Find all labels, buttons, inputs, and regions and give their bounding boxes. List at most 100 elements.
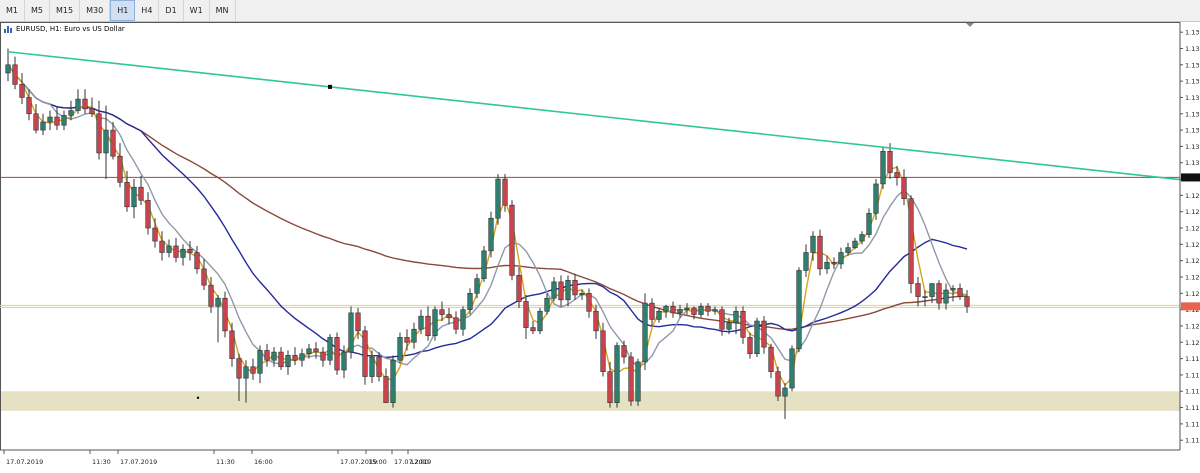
candle-body[interactable] xyxy=(915,283,921,297)
candle-body[interactable] xyxy=(138,186,144,201)
candle-body[interactable] xyxy=(754,320,760,355)
candle-body[interactable] xyxy=(838,252,844,265)
timeframe-h4-button[interactable]: H4 xyxy=(135,0,160,21)
candle-body[interactable] xyxy=(621,345,627,358)
chart-area[interactable]: 1.139 1.138 1.137 1.136 1.135 1.134 1.133 1.132… xyxy=(0,22,1200,469)
candle-body[interactable] xyxy=(460,309,466,330)
candle-body[interactable] xyxy=(89,108,95,115)
timeframe-w1-button[interactable]: W1 xyxy=(184,0,210,21)
candle-body[interactable] xyxy=(929,283,935,297)
candle-body[interactable] xyxy=(509,204,515,276)
candle-body[interactable] xyxy=(320,351,326,361)
candle-body[interactable] xyxy=(292,355,298,361)
candle-body[interactable] xyxy=(516,275,522,302)
candle-body[interactable] xyxy=(761,320,767,348)
candle-body[interactable] xyxy=(474,278,480,294)
candle-body[interactable] xyxy=(740,310,746,338)
candle-body[interactable] xyxy=(68,110,74,116)
candle-body[interactable] xyxy=(194,252,200,270)
candle-body[interactable] xyxy=(432,309,438,337)
candle-body[interactable] xyxy=(215,297,221,307)
candle-body[interactable] xyxy=(747,337,753,355)
candle-body[interactable] xyxy=(243,366,249,379)
candle-body[interactable] xyxy=(775,371,781,397)
candle-body[interactable] xyxy=(873,183,879,214)
candle-body[interactable] xyxy=(131,186,137,208)
candle-body[interactable] xyxy=(908,198,914,284)
candle-body[interactable] xyxy=(306,348,312,355)
candle-body[interactable] xyxy=(691,307,697,315)
candle-body[interactable] xyxy=(446,314,452,319)
candle-body[interactable] xyxy=(663,306,669,312)
timeframe-m5-button[interactable]: M5 xyxy=(25,0,50,21)
candle-body[interactable] xyxy=(628,356,634,402)
candle-body[interactable] xyxy=(649,302,655,320)
candle-body[interactable] xyxy=(887,151,893,173)
candle-body[interactable] xyxy=(12,64,18,85)
candle-body[interactable] xyxy=(957,288,963,297)
candle-body[interactable] xyxy=(285,355,291,368)
candle-body[interactable] xyxy=(166,245,172,253)
candle-body[interactable] xyxy=(187,248,193,253)
candle-body[interactable] xyxy=(558,281,564,301)
candle-body[interactable] xyxy=(250,366,256,374)
timeframe-m15-button[interactable]: M15 xyxy=(50,0,81,21)
candle-body[interactable] xyxy=(362,330,368,377)
candle-body[interactable] xyxy=(418,315,424,330)
candle-body[interactable] xyxy=(82,98,88,110)
candle-body[interactable] xyxy=(236,358,242,379)
candle-body[interactable] xyxy=(383,376,389,403)
candle-body[interactable] xyxy=(145,199,151,229)
candle-body[interactable] xyxy=(824,261,830,270)
timeframe-m30-button[interactable]: M30 xyxy=(80,0,111,21)
candle-body[interactable] xyxy=(950,288,956,291)
price-chart[interactable]: 1.139 1.138 1.137 1.136 1.135 1.134 1.133 1.132… xyxy=(0,22,1200,469)
candle-body[interactable] xyxy=(880,151,886,185)
candle-body[interactable] xyxy=(390,359,396,403)
candle-body[interactable] xyxy=(299,353,305,361)
candle-body[interactable] xyxy=(313,348,319,353)
candle-body[interactable] xyxy=(614,345,620,403)
candle-body[interactable] xyxy=(810,235,816,253)
timeframe-m1-button[interactable]: M1 xyxy=(0,0,25,21)
candle-body[interactable] xyxy=(103,129,109,154)
candle-body[interactable] xyxy=(411,328,417,343)
candle-body[interactable] xyxy=(586,293,592,312)
candle-body[interactable] xyxy=(677,309,683,314)
candle-body[interactable] xyxy=(635,361,641,402)
candle-body[interactable] xyxy=(397,337,403,361)
candle-body[interactable] xyxy=(670,306,676,314)
candle-body[interactable] xyxy=(425,315,431,337)
candle-body[interactable] xyxy=(845,247,851,253)
candle-body[interactable] xyxy=(222,297,228,332)
candle-body[interactable] xyxy=(152,227,158,242)
candle-body[interactable] xyxy=(607,371,613,403)
candle-body[interactable] xyxy=(334,337,340,371)
trendline-handle[interactable] xyxy=(328,84,332,89)
candle-body[interactable] xyxy=(943,289,949,304)
candle-body[interactable] xyxy=(26,97,32,115)
candle-body[interactable] xyxy=(551,281,557,299)
candle-body[interactable] xyxy=(831,261,837,265)
candle-body[interactable] xyxy=(208,284,214,307)
candle-body[interactable] xyxy=(180,248,186,258)
candle-body[interactable] xyxy=(96,113,102,154)
timeframe-h1-button[interactable]: H1 xyxy=(110,0,136,21)
candle-body[interactable] xyxy=(712,309,718,312)
candle-body[interactable] xyxy=(369,356,375,377)
candle-body[interactable] xyxy=(327,337,333,361)
candle-body[interactable] xyxy=(278,351,284,368)
candle-body[interactable] xyxy=(495,178,501,219)
candle-body[interactable] xyxy=(376,356,382,377)
candle-body[interactable] xyxy=(173,245,179,258)
candle-body[interactable] xyxy=(159,240,165,253)
candle-body[interactable] xyxy=(488,217,494,252)
candle-body[interactable] xyxy=(684,307,690,310)
candle-body[interactable] xyxy=(229,330,235,359)
candle-body[interactable] xyxy=(656,310,662,320)
candle-body[interactable] xyxy=(61,115,67,126)
candle-body[interactable] xyxy=(866,213,872,235)
candle-body[interactable] xyxy=(453,317,459,330)
candle-body[interactable] xyxy=(537,310,543,332)
candle-body[interactable] xyxy=(523,301,529,328)
